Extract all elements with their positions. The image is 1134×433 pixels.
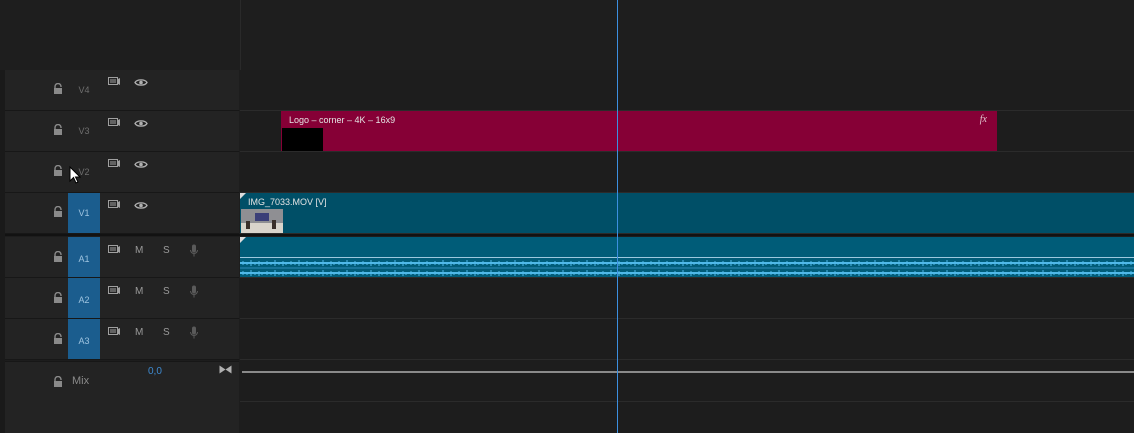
mute-button[interactable]: M [135,245,143,256]
track-name-v3: V3 [78,126,90,136]
track-lane-a2[interactable] [240,278,1134,319]
microphone-icon[interactable] [190,244,198,257]
lock-icon[interactable] [53,83,63,95]
eye-icon[interactable] [134,160,148,169]
sync-lock-icon[interactable] [108,118,120,128]
track-header-footer [5,402,239,433]
sync-lock-icon[interactable] [108,327,120,337]
sync-lock-icon[interactable] [108,245,120,255]
track-name-a3[interactable]: A3 [68,319,100,359]
eye-icon[interactable] [134,78,148,87]
track-header-v4[interactable]: V4 [5,70,239,111]
lock-icon[interactable] [53,376,63,388]
track-header-v2[interactable]: V2 [5,152,239,193]
logo-thumbnail [282,128,323,151]
clip-start-marker-icon [240,237,246,243]
track-lane-mix[interactable] [240,361,1134,402]
track-lane-v4[interactable] [240,70,1134,111]
track-header-mix [5,361,239,403]
solo-button[interactable]: S [163,245,170,256]
track-header-a1[interactable]: A1 M S [5,237,239,278]
track-name-v1[interactable]: V1 [68,193,100,233]
sync-lock-icon[interactable] [108,200,120,210]
mouse-cursor-icon [69,166,81,184]
audio-volume-line[interactable] [240,257,1134,258]
track-name-v4: V4 [78,85,90,95]
sync-lock-icon[interactable] [108,286,120,296]
logo-clip[interactable]: Logo – corner – 4K – 16x9 fx [281,111,997,151]
bowtie-icon[interactable] [219,365,232,374]
sync-lock-icon[interactable] [108,159,120,169]
track-lane-v2[interactable] [240,152,1134,193]
track-header-a2[interactable]: A2 M S [5,278,239,319]
lock-icon[interactable] [53,333,63,345]
track-header-v3[interactable]: V3 [5,111,239,152]
video-thumbnail [241,209,283,233]
eye-icon[interactable] [134,201,148,210]
mute-button[interactable]: M [135,286,143,297]
mix-volume-value[interactable]: 0,0 [148,366,162,377]
lock-icon[interactable] [53,206,63,218]
timeline-header-left [0,0,240,70]
mix-track-label: Mix [72,375,90,387]
audio-clip[interactable] [240,237,1134,277]
track-name-a1[interactable]: A1 [68,237,100,277]
lock-icon[interactable] [53,165,63,177]
logo-clip-name: Logo – corner – 4K – 16x9 [289,115,396,125]
track-name-a2[interactable]: A2 [68,278,100,318]
lock-icon[interactable] [53,251,63,263]
microphone-icon[interactable] [190,326,198,339]
lock-icon[interactable] [53,292,63,304]
lock-icon[interactable] [53,124,63,136]
video-clip[interactable]: IMG_7033.MOV [V] [240,193,1134,233]
track-header-v1[interactable]: V1 [5,193,239,234]
track-header-a3[interactable]: A3 M S [5,319,239,360]
playhead[interactable] [617,0,618,433]
solo-button[interactable]: S [163,327,170,338]
eye-icon[interactable] [134,119,148,128]
video-clip-name: IMG_7033.MOV [V] [248,197,327,207]
microphone-icon[interactable] [190,285,198,298]
mute-button[interactable]: M [135,327,143,338]
track-lane-a3[interactable] [240,319,1134,360]
audio-waveform [240,259,1134,277]
video-audio-divider[interactable] [5,234,1134,236]
clip-start-marker-icon [240,193,246,199]
solo-button[interactable]: S [163,286,170,297]
mix-volume-line[interactable] [242,371,1134,373]
time-ruler[interactable] [240,0,1134,70]
sync-lock-icon[interactable] [108,77,120,87]
fx-badge[interactable]: fx [980,114,987,125]
